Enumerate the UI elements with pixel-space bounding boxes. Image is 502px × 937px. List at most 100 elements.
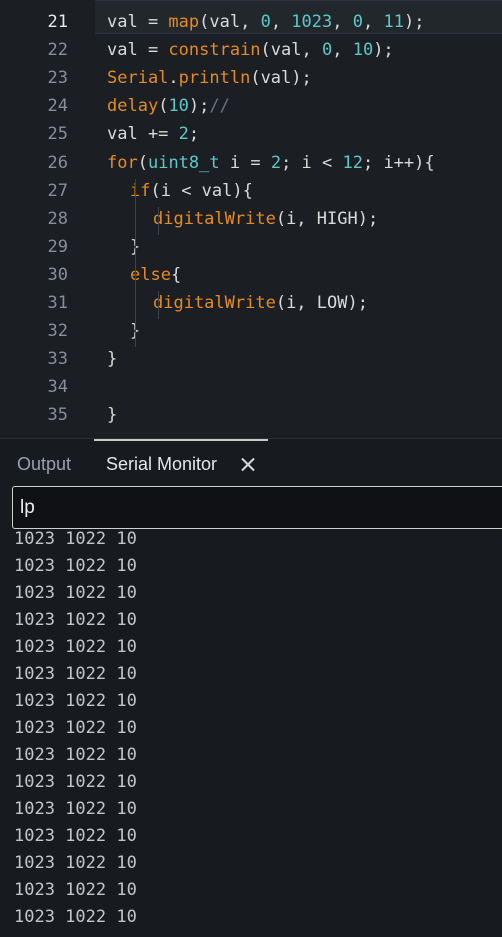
serial-output-line: 1023 1022 10: [14, 556, 137, 576]
line-number: 32: [47, 321, 68, 342]
indent-guide: [135, 319, 136, 348]
code-token: 0: [352, 12, 363, 32]
tab-serial-monitor-label: Serial Monitor: [106, 454, 218, 474]
code-line: Serial.println(val);: [107, 64, 312, 92]
code-line: else{: [130, 261, 181, 289]
line-number: 33: [47, 349, 68, 370]
serial-output-line: 1023 1022 10: [14, 880, 137, 900]
code-token: (val);: [250, 68, 312, 89]
code-token: );: [373, 40, 394, 61]
code-line: for(uint8_t i = 2; i < 12; i++){: [107, 149, 435, 177]
indent-guide: [135, 262, 136, 291]
code-token: ,: [332, 40, 353, 61]
serial-output-line: 1023 1022 10: [14, 530, 137, 549]
code-line: digitalWrite(i, HIGH);: [153, 205, 378, 233]
code-token: ; i++){: [362, 152, 435, 173]
line-number: 29: [47, 236, 68, 257]
serial-output-line: 1023 1022 10: [14, 799, 137, 819]
serial-message-input[interactable]: lp: [12, 486, 502, 529]
code-token: );: [403, 12, 425, 32]
line-number-gutter: 21 22 23 24 25 26 27 28 29 30 31 32 33 34 35: [0, 0, 95, 438]
code-token: val +=: [107, 124, 179, 145]
code-token: constrain: [168, 40, 261, 61]
bottom-panel-tabs: Output Serial Monitor: [0, 438, 502, 486]
code-token: 10: [352, 40, 374, 61]
serial-output-line: 1023 1022 10: [14, 664, 137, 684]
code-line: if(i < val){: [130, 177, 253, 205]
code-token: 10: [168, 96, 189, 117]
serial-output-line: 1023 1022 10: [14, 826, 137, 846]
code-token: .: [168, 68, 179, 89]
code-token: delay: [107, 96, 159, 117]
line-number: 30: [47, 264, 68, 285]
code-token: 11: [383, 12, 404, 32]
serial-output-line: 1023 1022 10: [14, 772, 137, 792]
code-token: if: [130, 180, 151, 201]
code-token: 0: [321, 40, 333, 61]
serial-output-line: 1023 1022 10: [14, 853, 137, 873]
line-number: 21: [47, 12, 68, 32]
close-icon[interactable]: [240, 456, 256, 472]
serial-output-line: 1023 1022 10: [14, 907, 137, 927]
indent-guide: [135, 291, 136, 320]
code-token: ,: [270, 12, 292, 32]
code-token: (i < val){: [150, 180, 253, 201]
code-token: );: [188, 96, 210, 117]
indent-guide: [135, 206, 136, 235]
code-token: (val,: [260, 40, 322, 61]
code-token: ;: [188, 124, 200, 145]
serial-output-line: 1023 1022 10: [14, 610, 137, 630]
code-token: //: [209, 96, 230, 117]
code-token: val =: [107, 40, 169, 61]
line-number: 25: [47, 124, 68, 145]
code-token: }: [107, 349, 118, 370]
code-token: println: [178, 68, 251, 89]
serial-output-line: 1023 1022 10: [14, 583, 137, 603]
code-token: map: [168, 12, 200, 32]
code-token: (: [137, 152, 148, 173]
code-token: 2: [270, 152, 282, 173]
code-line: }: [107, 345, 117, 373]
line-number: 28: [47, 208, 68, 229]
code-editor[interactable]: 21 22 23 24 25 26 27 28 29 30 31 32 33 34 35 val = map…: [0, 0, 502, 438]
line-number: 22: [47, 40, 68, 61]
code-token: }: [107, 405, 118, 426]
line-number: 23: [47, 68, 68, 89]
code-token: digitalWrite: [153, 208, 276, 229]
line-number: 35: [47, 405, 68, 426]
code-line: val = constrain(val, 0, 10);: [107, 36, 394, 64]
code-token: {: [170, 264, 182, 285]
tab-serial-monitor[interactable]: Serial Monitor: [94, 439, 268, 487]
code-token: (val,: [199, 12, 261, 32]
code-line: val += 2;: [107, 120, 199, 148]
code-token: else: [130, 264, 171, 285]
code-area[interactable]: val = map(val, 0, 1023, 0, 11); val = con…: [95, 0, 502, 438]
code-token: ,: [362, 12, 384, 32]
code-token: (i, HIGH);: [275, 208, 379, 229]
code-line: digitalWrite(i, LOW);: [153, 289, 368, 317]
code-token: for: [107, 152, 138, 173]
code-token: val =: [107, 12, 169, 32]
code-token: ; i <: [281, 152, 343, 173]
serial-output-line: 1023 1022 10: [14, 745, 137, 765]
code-line: }: [107, 401, 117, 429]
serial-output-line: 1023 1022 10: [14, 637, 137, 657]
serial-output-line: 1023 1022 10: [14, 691, 137, 711]
code-token: digitalWrite: [153, 293, 276, 313]
code-token: 1023: [291, 12, 333, 32]
indent-guide: [158, 291, 159, 320]
indent-guide: [135, 178, 136, 207]
serial-output-line: 1023 1022 10: [14, 718, 137, 738]
indent-guide: [158, 206, 159, 235]
code-token: 12: [342, 152, 363, 173]
serial-output-log[interactable]: 1023 1022 10 1023 1022 10 1023 1022 10 1023…: [0, 530, 502, 937]
code-line: delay(10);//: [107, 92, 230, 120]
code-token: 0: [260, 12, 271, 32]
code-token: uint8_t: [147, 152, 220, 173]
code-token: 2: [178, 124, 189, 145]
tab-output[interactable]: Output: [17, 439, 71, 487]
line-number: 24: [47, 96, 68, 117]
line-number: 31: [47, 293, 68, 313]
code-token: ,: [332, 12, 353, 32]
line-number: 34: [47, 377, 68, 398]
